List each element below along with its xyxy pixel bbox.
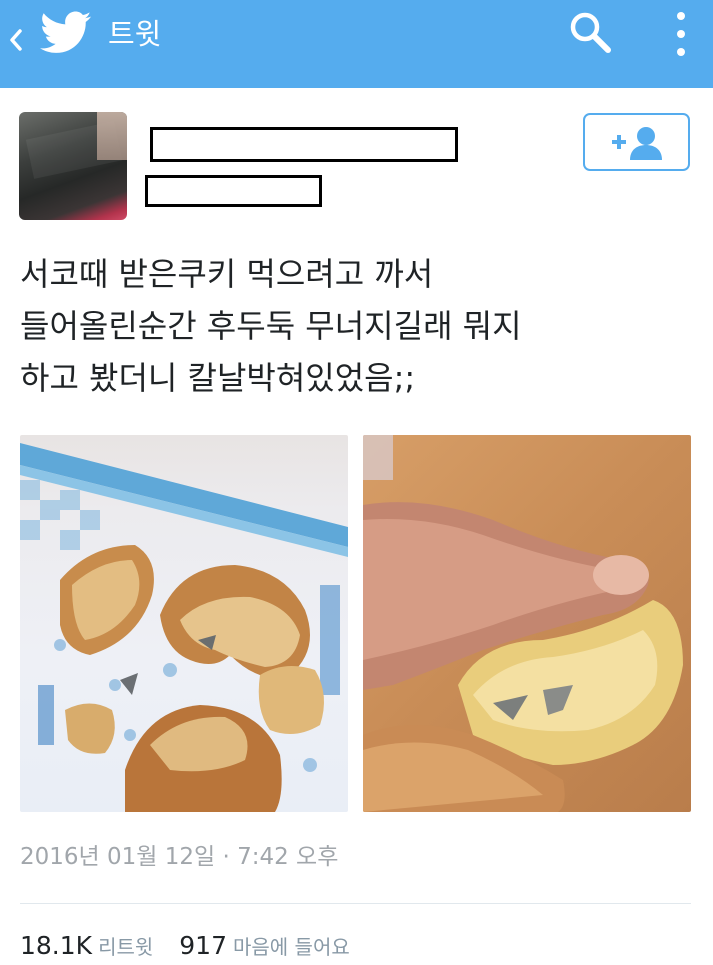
- app-header: 트윗: [0, 0, 713, 88]
- tweet-photo-1[interactable]: [20, 435, 348, 812]
- tweet-timestamp: 2016년 01월 12일 · 7:42 오후: [20, 844, 339, 870]
- tweet-text: 서코때 받은쿠키 먹으려고 까서 들어올린순간 후두둑 무너지길래 뭐지 하고 …: [20, 255, 522, 397]
- page-title: 트윗: [108, 17, 162, 51]
- follow-button[interactable]: [583, 113, 690, 171]
- like-count[interactable]: 917: [179, 931, 227, 960]
- more-vertical-icon[interactable]: [668, 8, 694, 60]
- retweet-count[interactable]: 18.1K: [20, 931, 92, 960]
- search-icon: [570, 12, 611, 53]
- add-user-icon: [612, 127, 662, 160]
- redacted-username: [145, 175, 322, 207]
- chevron-left-icon: [10, 29, 22, 51]
- avatar[interactable]: [19, 112, 127, 220]
- search-button[interactable]: [568, 10, 614, 56]
- tweet-stats: 18.1K 리트윗 917 마음에 들어요: [20, 928, 376, 965]
- redacted-display-name: [150, 127, 458, 162]
- like-label[interactable]: 마음에 들어요: [233, 935, 350, 959]
- retweet-label[interactable]: 리트윗: [98, 935, 153, 959]
- back-button[interactable]: [6, 20, 26, 60]
- twitter-bird-icon[interactable]: [40, 10, 92, 56]
- divider: [20, 903, 691, 904]
- tweet-photo-2[interactable]: [363, 435, 691, 812]
